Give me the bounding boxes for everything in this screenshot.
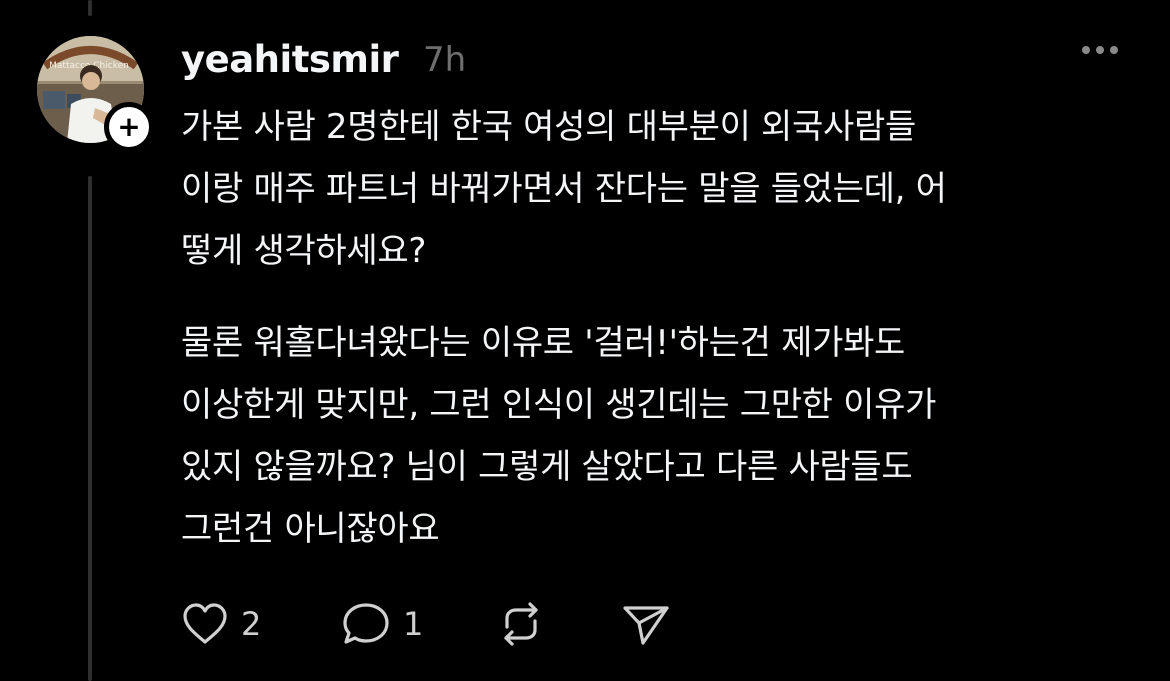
more-options-icon[interactable]: [1082, 46, 1118, 54]
plus-icon: +: [117, 110, 141, 143]
more-dot: [1110, 46, 1118, 54]
more-dot: [1096, 46, 1104, 54]
send-icon: [623, 606, 669, 645]
heart-icon: [183, 603, 227, 644]
post-paragraph-2: 물론 워홀다녀왔다는 이유로 '걸러!'하는건 제가봐도 이상한게 맞지만, 그…: [181, 323, 937, 549]
action-bar: 2 1: [181, 598, 671, 650]
repost-icon: [504, 602, 538, 646]
thread-line: [88, 176, 92, 681]
thread-line-top: [88, 0, 92, 16]
like-button[interactable]: 2: [181, 602, 341, 646]
post-paragraph-1: 가본 사람 2명한테 한국 여성의 대부분이 외국사람들 이랑 매주 파트너 바…: [181, 107, 947, 271]
repost-button[interactable]: [496, 601, 621, 647]
follow-button[interactable]: +: [104, 102, 154, 152]
post-timestamp: 7h: [423, 40, 467, 80]
speech-bubble-icon: [343, 603, 389, 644]
like-count: 2: [241, 605, 262, 643]
more-dot: [1082, 46, 1090, 54]
reply-button[interactable]: 1: [341, 601, 496, 647]
post-body: 가본 사람 2명한테 한국 여성의 대부분이 외국사람들 이랑 매주 파트너 바…: [181, 96, 1156, 560]
reply-count: 1: [403, 605, 424, 643]
username[interactable]: yeahitsmir: [181, 38, 399, 82]
share-button[interactable]: [621, 601, 671, 647]
